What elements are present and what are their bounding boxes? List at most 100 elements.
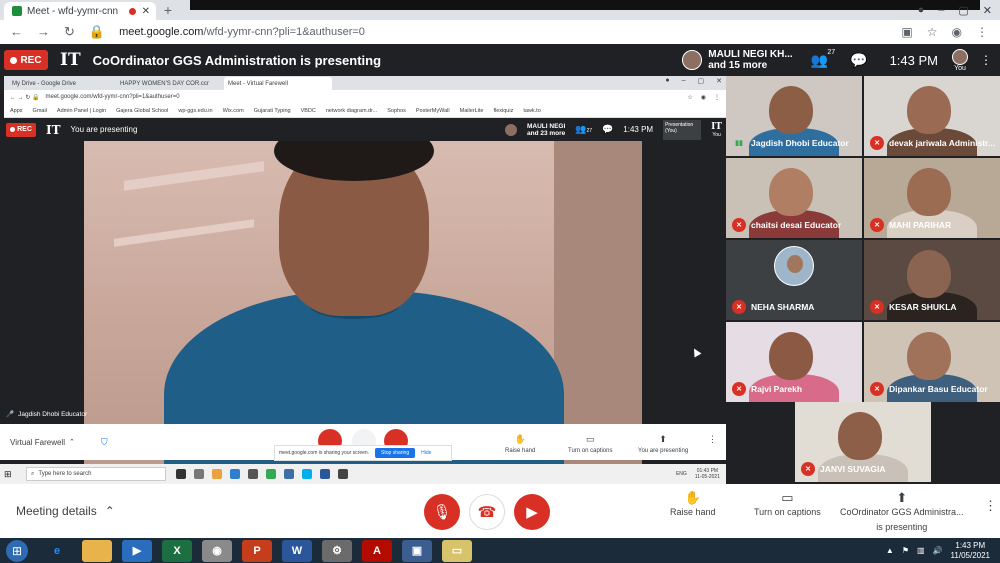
shared-date: 11-05-2021: [694, 474, 720, 480]
record-icon[interactable]: ●: [918, 4, 925, 16]
reload-icon[interactable]: ↻: [64, 24, 75, 40]
mic-off-icon: ✕: [801, 462, 815, 476]
shared-search-box: ⌕ Type here to search: [26, 467, 166, 481]
leave-call-button[interactable]: ☎: [469, 494, 505, 530]
task-view-icon: [194, 469, 204, 479]
menu-icon[interactable]: ⋮: [976, 25, 988, 39]
participant-name: NEHA SHARMA: [751, 302, 815, 312]
presenter-name: MAULI NEGI KH...: [708, 49, 793, 60]
app-icon[interactable]: ▭: [442, 539, 472, 562]
bookmark: network diagram.dr...: [325, 107, 378, 114]
chat-icon[interactable]: 💬: [850, 52, 867, 69]
shared-address-bar: ← → ↻ 🔒 meet.google.com/wfd-yymr-cnn?pli…: [4, 90, 726, 104]
participant-tile[interactable]: ✕ KESAR SHUKLA: [864, 240, 1000, 320]
participant-name: MAHI PARIHAR: [889, 220, 952, 230]
url-field[interactable]: meet.google.com/wfd-yymr-cnn?pli=1&authu…: [119, 26, 365, 38]
cortana-icon: [176, 469, 186, 479]
participant-tile[interactable]: ▮▮ Jagdish Dhobi Educator: [726, 76, 862, 156]
shared-you-presenting: You are presenting: [70, 125, 138, 134]
minimize-icon[interactable]: –: [938, 4, 944, 16]
lock-icon[interactable]: 🔒: [89, 24, 105, 40]
rec-label: REC: [20, 54, 42, 66]
profile-avatar-icon[interactable]: ◉: [952, 25, 962, 39]
participant-tile[interactable]: ✕ JANVI SUVAGIA: [795, 402, 931, 482]
camera-toggle-button[interactable]: ▶: [514, 494, 550, 530]
acrobat-icon[interactable]: A: [362, 539, 392, 562]
shared-meet-header: REC IT You are presenting MAULI NEGI and …: [4, 118, 726, 141]
forward-icon[interactable]: →: [37, 24, 50, 40]
presenting-button[interactable]: ⬆ CoOrdinator GGS Administra... is present…: [840, 491, 964, 533]
rec-badge[interactable]: REC: [4, 50, 48, 70]
excel-icon[interactable]: X: [162, 539, 192, 562]
close-tab-icon[interactable]: ✕: [142, 6, 150, 17]
word-icon: [320, 469, 330, 479]
you-label: You: [954, 64, 966, 72]
participant-tile[interactable]: ✕ chaitsi desai Educator: [726, 158, 862, 238]
meeting-details-button[interactable]: Meeting details ⌃: [16, 504, 115, 518]
address-bar-actions: ▣ ☆ ◉ ⋮: [901, 25, 1000, 39]
chrome-icon[interactable]: ◉: [202, 539, 232, 562]
people-icon[interactable]: 👥 27: [811, 49, 835, 69]
avatar: [774, 246, 814, 286]
tile-face: [907, 250, 951, 298]
raise-hand-button[interactable]: ✋ Raise hand: [670, 491, 716, 518]
system-clock[interactable]: 1:43 PM 11/05/2021: [951, 541, 990, 561]
new-tab-button[interactable]: +: [160, 2, 176, 18]
mic-toggle-button[interactable]: 🎙: [424, 494, 460, 530]
shared-more-icon: ⋮: [708, 434, 717, 444]
flag-icon[interactable]: ⚑: [902, 546, 909, 555]
participant-name: Rajvi Parekh: [751, 384, 803, 394]
tab-title: Meet - wfd-yymr-cnn: [27, 5, 119, 17]
media-player-icon[interactable]: ▶: [122, 539, 152, 562]
folder-icon[interactable]: [82, 539, 112, 562]
self-tile[interactable]: You: [952, 48, 968, 72]
hang-up-icon: ☎: [477, 504, 497, 521]
app-icon[interactable]: ▣: [402, 539, 432, 562]
speaker-name-label: 🎤 Jagdish Dhobi Educator: [6, 410, 87, 419]
browser-tab[interactable]: Meet - wfd-yymr-cnn ✕: [4, 2, 156, 20]
participant-tile[interactable]: ✕ devak jariwala Administr...: [864, 76, 1000, 156]
tile-face: [907, 332, 951, 380]
mic-off-icon: ✕: [732, 382, 746, 396]
powerpoint-icon[interactable]: P: [242, 539, 272, 562]
bookmark: Apps: [10, 107, 23, 114]
chat-icon: 💬: [602, 124, 614, 134]
sharing-notice-text: meet.google.com is sharing your screen.: [279, 450, 370, 456]
back-icon[interactable]: ←: [10, 24, 23, 40]
title-bar-strip: [190, 0, 980, 10]
network-icon[interactable]: ▥: [917, 546, 925, 555]
maximize-icon[interactable]: ▢: [958, 4, 968, 17]
close-window-icon[interactable]: ✕: [983, 4, 992, 17]
ie-icon[interactable]: e: [42, 540, 72, 562]
rec-dot-icon: [10, 56, 18, 64]
word-icon[interactable]: W: [282, 539, 312, 562]
star-icon[interactable]: ☆: [927, 25, 938, 39]
chevron-up-icon[interactable]: ▲: [886, 546, 894, 555]
captions-button[interactable]: ▭ Turn on captions: [754, 491, 821, 518]
shared-tray-clock: 01:43 PM 11-05-2021: [695, 468, 720, 480]
mic-off-icon: ✕: [732, 300, 746, 314]
bookmark: MailerLite: [459, 107, 484, 114]
shared-logo: IT: [46, 122, 61, 137]
shared-presenting: ⬆ You are presenting: [638, 434, 688, 454]
browser-tab-bar: Meet - wfd-yymr-cnn ✕ + ● – ▢ ✕: [0, 0, 1000, 20]
participant-label: ✕ chaitsi desai Educator: [732, 218, 841, 232]
participant-tile[interactable]: ✕ MAHI PARIHAR: [864, 158, 1000, 238]
participant-tile[interactable]: ✕ Rajvi Parekh: [726, 322, 862, 402]
raise-hand-label: Raise hand: [670, 507, 716, 517]
settings-icon[interactable]: ⚙: [322, 539, 352, 562]
windows-icon: ⊞: [4, 468, 12, 479]
more-options-icon[interactable]: ⋮: [980, 53, 992, 67]
start-button[interactable]: ⊞: [6, 539, 28, 562]
presenter-text: MAULI NEGI KH... and 15 more: [708, 49, 792, 71]
video-icon[interactable]: ▣: [901, 25, 912, 39]
shared-tab-label: HAPPY WOMEN'S DAY COR.ccr: [120, 80, 209, 87]
presenter-chip[interactable]: MAULI NEGI KH... and 15 more: [682, 49, 793, 71]
mic-off-icon: ✕: [732, 218, 746, 232]
participant-tile[interactable]: ✕ Dipankar Basu Educator: [864, 322, 1000, 402]
volume-icon[interactable]: 🔊: [933, 546, 943, 555]
shared-raise-hand-label: Raise hand: [505, 448, 536, 454]
people-icon: 👥27: [575, 124, 593, 134]
more-options-icon[interactable]: ⋮: [984, 499, 997, 512]
participant-tile[interactable]: ✕ NEHA SHARMA: [726, 240, 862, 320]
